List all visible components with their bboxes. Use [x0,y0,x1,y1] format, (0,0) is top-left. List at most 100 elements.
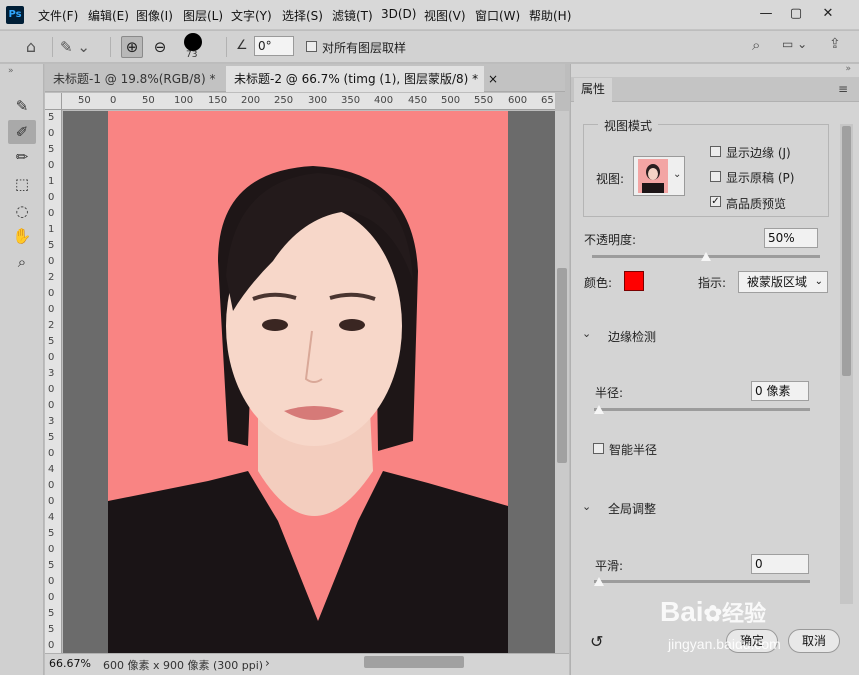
view-thumbnail [638,159,668,193]
show-edge-checkbox[interactable] [710,146,721,157]
tab-document-1[interactable]: 未标题-1 @ 19.8%(RGB/8) * × [45,66,235,92]
show-original-checkbox[interactable] [710,171,721,182]
menu-filter[interactable]: 滤镜(T) [332,7,373,24]
menu-select[interactable]: 选择(S) [282,7,323,24]
ruler-label: 4 [48,464,55,475]
watermark-url: jingyan.baidu.com [668,636,781,652]
opacity-input[interactable]: 50% [764,228,818,248]
ruler-label: 0 [48,192,55,203]
share-icon[interactable]: ⇪ [829,36,841,52]
tab-close-icon[interactable]: × [488,72,498,86]
radius-slider-track[interactable] [594,408,810,411]
global-adjust-title[interactable]: 全局调整 [608,500,656,517]
opacity-slider-thumb[interactable] [701,252,711,261]
menu-type[interactable]: 文字(Y) [231,7,272,24]
menu-view[interactable]: 视图(V) [424,7,466,24]
vertical-ruler[interactable]: 5 0 5 0 1 0 0 1 5 0 2 0 0 2 5 0 3 0 0 3 … [45,110,62,653]
document-canvas[interactable] [108,111,508,653]
close-window-icon[interactable]: ✕ [814,4,842,24]
ruler-label: 0 [48,592,55,603]
high-quality-checkbox[interactable]: ✓ [710,196,721,207]
divider [52,37,53,57]
panel-scrollbar-thumb[interactable] [842,126,851,376]
scrollbar-thumb[interactable] [557,268,567,463]
tab-document-2[interactable]: 未标题-2 @ 66.7% (timg (1), 图层蒙版/8) * × [226,66,498,92]
ruler-label: 0 [48,160,55,171]
status-menu-arrow[interactable]: › [265,656,270,670]
ruler-label: 5 [48,608,55,619]
indicate-select[interactable]: 被蒙版区域 ⌄ [738,271,828,293]
menu-image[interactable]: 图像(I) [136,7,173,24]
search-icon[interactable]: ⌕ [752,36,760,54]
menu-help[interactable]: 帮助(H) [529,7,571,24]
zoom-level[interactable]: 66.67% [49,657,91,670]
horizontal-ruler[interactable]: 50 0 50 100 150 200 250 300 350 400 450 … [62,93,555,110]
mask-color-swatch[interactable] [624,271,644,291]
hand-tool-icon[interactable]: ✋ [8,224,36,248]
chevron-down-icon[interactable]: ⌄ [582,327,591,340]
maximize-icon[interactable]: ▢ [782,4,810,24]
lasso-tool-icon[interactable]: ◌ [8,199,36,223]
reset-icon[interactable]: ↺ [590,632,603,651]
horizontal-scrollbar-thumb[interactable] [364,656,464,668]
app-logo-icon[interactable]: Ps [6,6,24,24]
panel-collapse-icon[interactable]: » [8,66,14,76]
smooth-input[interactable]: 0 [751,554,809,574]
panel-menu-icon[interactable]: ≡ [838,82,848,96]
zoom-tool-icon[interactable]: ⌕ [8,250,36,274]
menu-file[interactable]: 文件(F) [38,7,78,24]
expand-mode-icon[interactable]: ⊕ [121,36,143,58]
brush-size-value: 73 [186,50,198,60]
brush-tool-icon[interactable]: ✏ [8,145,36,169]
cancel-button[interactable]: 取消 [788,629,840,653]
ruler-origin[interactable] [45,93,62,110]
ruler-label: 4 [48,512,55,523]
smooth-slider-thumb[interactable] [594,577,604,586]
smart-radius-label: 智能半径 [609,443,658,457]
ruler-label: 5 [48,336,55,347]
sample-all-layers-checkbox[interactable] [306,41,317,52]
chevron-down-icon[interactable]: ⌄ [582,500,591,513]
portrait-image [108,166,508,653]
menu-3d[interactable]: 3D(D) [381,7,416,21]
ruler-label: 65 [541,95,554,106]
workspace-icon[interactable]: ▭ ⌄ [782,37,816,55]
panel-collapse-icon[interactable]: » [845,64,851,74]
menu-layer[interactable]: 图层(L) [183,7,223,24]
ruler-label: 5 [48,432,55,443]
radius-input[interactable]: 0 像素 [751,381,809,401]
menu-edit[interactable]: 编辑(E) [88,7,129,24]
brush-preset-icon[interactable]: ✎ ⌄ [60,37,100,57]
thumbnail-shirt [642,183,664,193]
smart-radius-checkbox[interactable] [593,443,604,454]
chevron-down-icon[interactable]: ⌄ [673,169,681,180]
ruler-label: 400 [374,95,394,106]
ruler-label: 50 [78,95,91,106]
view-selector[interactable]: ⌄ [633,156,685,196]
show-original-label: 显示原稿 (P) [726,171,795,185]
ruler-label: 150 [208,95,228,106]
object-selection-icon[interactable]: ⬚ [8,172,36,196]
ruler-label: 2 [48,272,55,283]
refine-edge-brush-icon[interactable]: ✐ [8,120,36,144]
smooth-label: 平滑: [595,559,624,573]
ruler-label: 3 [48,368,55,379]
quick-selection-brush-icon[interactable]: ✎ [8,94,36,118]
minimize-icon[interactable]: — [752,4,780,24]
angle-input[interactable]: 0° [254,36,294,56]
home-icon[interactable]: ⌂ [20,37,42,57]
radius-slider-thumb[interactable] [594,405,604,414]
ruler-label: 50 [142,95,155,106]
high-quality-label: 高品质预览 [726,197,787,211]
angle-icon: ∠ [236,38,248,53]
contract-mode-icon[interactable]: ⊖ [149,36,171,58]
ruler-label: 0 [48,480,55,491]
ruler-label: 3 [48,416,55,427]
tab-properties[interactable]: 属性 [574,78,612,102]
menu-window[interactable]: 窗口(W) [475,7,520,24]
edge-detection-title[interactable]: 边缘检测 [608,328,656,345]
smooth-slider-track[interactable] [594,580,810,583]
ruler-label: 1 [48,176,55,187]
brush-size-icon[interactable] [184,33,202,51]
ruler-label: 2 [48,320,55,331]
